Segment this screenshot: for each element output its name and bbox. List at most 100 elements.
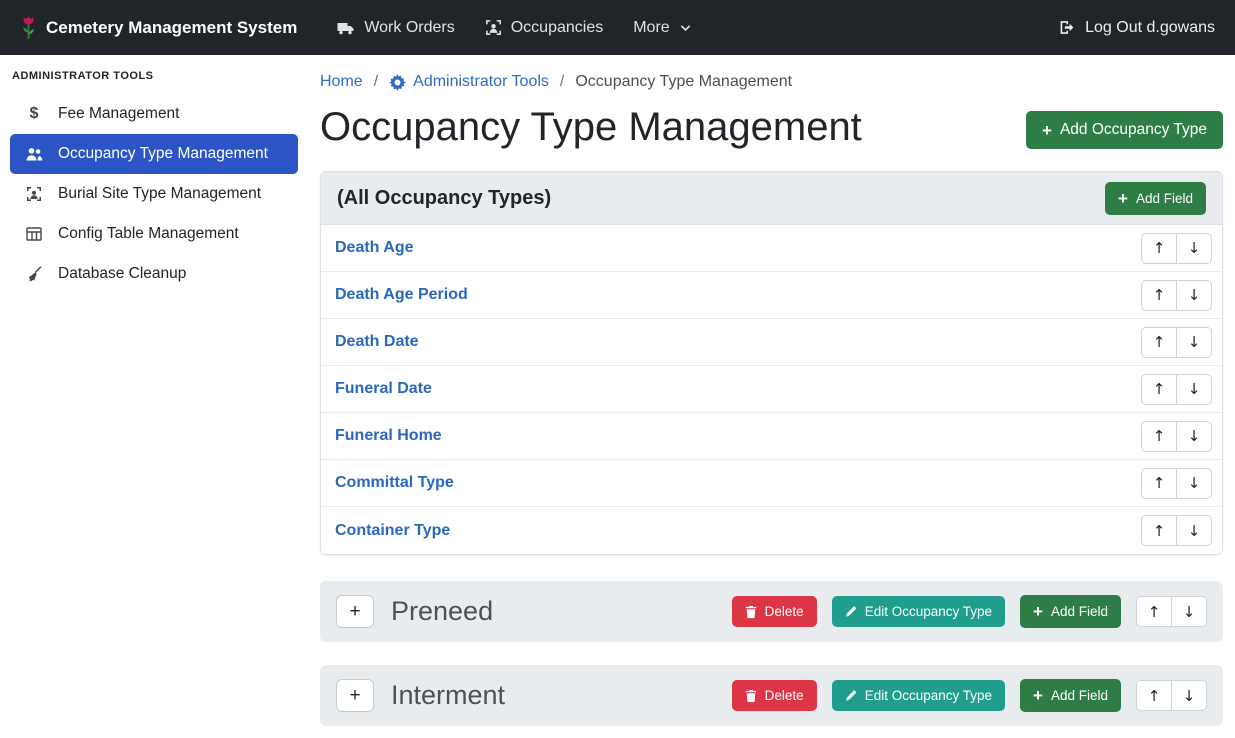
sidebar-item-occupancy-type-management[interactable]: Occupancy Type Management xyxy=(10,134,298,174)
sidebar-item-label: Config Table Management xyxy=(58,225,239,243)
pencil-icon xyxy=(845,605,857,618)
breadcrumb-admin-tools-link[interactable]: Administrator Tools xyxy=(389,73,549,91)
occupancy-type-section-interment: + Interment Delete Delete E xyxy=(320,665,1223,726)
edit-occupancy-type-button[interactable]: Edit Occupancy Type xyxy=(832,596,1005,627)
move-down-button[interactable]: ↓ xyxy=(1176,421,1212,452)
reorder-group: ↑ ↓ xyxy=(1136,596,1207,627)
reorder-group: ↑ ↓ xyxy=(1141,374,1212,405)
move-up-button[interactable]: ↑ xyxy=(1141,280,1177,311)
chevron-down-icon xyxy=(679,22,692,33)
button-label: Add Field xyxy=(1051,688,1108,703)
expand-button[interactable]: + xyxy=(336,595,374,628)
field-link[interactable]: Container Type xyxy=(335,522,450,540)
breadcrumb-home-link[interactable]: Home xyxy=(320,73,363,91)
field-link[interactable]: Committal Type xyxy=(335,474,454,492)
delete-button[interactable]: Delete xyxy=(732,596,817,627)
pencil-icon xyxy=(845,689,857,702)
expand-button[interactable]: + xyxy=(336,679,374,712)
button-label: Add Field xyxy=(1051,604,1108,619)
page-header: Occupancy Type Management + Add Occupanc… xyxy=(320,103,1223,151)
card-header: (All Occupancy Types) + Add Field xyxy=(321,172,1222,225)
move-down-button[interactable]: ↓ xyxy=(1176,374,1212,405)
breadcrumb-separator: / xyxy=(374,73,378,91)
add-occupancy-type-button[interactable]: + Add Occupancy Type xyxy=(1026,111,1223,149)
person-bounding-box-icon xyxy=(23,186,45,202)
table-icon xyxy=(23,226,45,242)
logout-label: Log Out d.gowans xyxy=(1085,19,1215,37)
field-link[interactable]: Funeral Home xyxy=(335,427,442,445)
sidebar-item-database-cleanup[interactable]: Database Cleanup xyxy=(10,254,298,294)
move-up-button[interactable]: ↑ xyxy=(1141,421,1177,452)
add-field-button[interactable]: + Add Field xyxy=(1105,182,1206,215)
move-up-button[interactable]: ↑ xyxy=(1141,515,1177,546)
plus-icon: + xyxy=(1042,122,1052,139)
trash-icon xyxy=(745,605,757,619)
field-link[interactable]: Death Date xyxy=(335,333,419,351)
breadcrumb-separator: / xyxy=(560,73,564,91)
plus-icon: + xyxy=(1118,190,1128,207)
field-row: Death Age ↑ ↓ xyxy=(321,225,1222,272)
breadcrumb-label: Administrator Tools xyxy=(413,73,549,91)
move-down-button[interactable]: ↓ xyxy=(1171,680,1207,711)
field-row: Funeral Date ↑ ↓ xyxy=(321,366,1222,413)
move-down-button[interactable]: ↓ xyxy=(1176,515,1212,546)
sidebar-item-fee-management[interactable]: $ Fee Management xyxy=(10,94,298,134)
field-row: Funeral Home ↑ ↓ xyxy=(321,413,1222,460)
move-up-button[interactable]: ↑ xyxy=(1136,596,1172,627)
delete-button[interactable]: Delete xyxy=(732,680,817,711)
field-row: Container Type ↑ ↓ xyxy=(321,507,1222,554)
reorder-group: ↑ ↓ xyxy=(1141,468,1212,499)
field-row: Death Age Period ↑ ↓ xyxy=(321,272,1222,319)
add-field-button[interactable]: + Add Field xyxy=(1020,595,1121,628)
reorder-group: ↑ ↓ xyxy=(1141,515,1212,546)
sidebar-item-burial-site-type-management[interactable]: Burial Site Type Management xyxy=(10,174,298,214)
move-up-button[interactable]: ↑ xyxy=(1141,468,1177,499)
move-up-button[interactable]: ↑ xyxy=(1141,233,1177,264)
logout-icon xyxy=(1058,19,1076,36)
button-label: Add Occupancy Type xyxy=(1060,121,1207,139)
breadcrumb-current: Occupancy Type Management xyxy=(575,73,792,91)
move-down-button[interactable]: ↓ xyxy=(1176,280,1212,311)
nav-occupancies[interactable]: Occupancies xyxy=(470,10,619,46)
sidebar-item-config-table-management[interactable]: Config Table Management xyxy=(10,214,298,254)
nav-label: Occupancies xyxy=(511,19,604,37)
move-up-button[interactable]: ↑ xyxy=(1141,374,1177,405)
field-link[interactable]: Funeral Date xyxy=(335,380,432,398)
all-occupancy-types-card: (All Occupancy Types) + Add Field Death … xyxy=(320,171,1223,555)
logout-link[interactable]: Log Out d.gowans xyxy=(1058,19,1215,37)
truck-icon xyxy=(336,20,355,36)
people-icon xyxy=(23,147,45,162)
sidebar-item-label: Occupancy Type Management xyxy=(58,145,268,163)
reorder-group: ↑ ↓ xyxy=(1141,233,1212,264)
section-actions: Delete Edit Occupancy Type + Add Field ↑… xyxy=(732,595,1207,628)
nav-work-orders[interactable]: Work Orders xyxy=(321,10,469,46)
reorder-group: ↑ ↓ xyxy=(1141,421,1212,452)
plus-icon: + xyxy=(1033,603,1043,620)
gear-icon xyxy=(389,74,406,91)
move-up-button[interactable]: ↑ xyxy=(1136,680,1172,711)
main-content: Home / Administrator Tools / Occupancy T… xyxy=(308,0,1235,726)
nav-more[interactable]: More xyxy=(618,10,706,46)
move-down-button[interactable]: ↓ xyxy=(1176,327,1212,358)
card-title: (All Occupancy Types) xyxy=(337,187,551,210)
field-link[interactable]: Death Age xyxy=(335,239,414,257)
add-field-button[interactable]: + Add Field xyxy=(1020,679,1121,712)
app-brand[interactable]: Cemetery Management System xyxy=(20,15,297,41)
dollar-icon: $ xyxy=(23,105,45,123)
sidebar-item-label: Database Cleanup xyxy=(58,265,186,283)
admin-sidebar: ADMINISTRATOR TOOLS $ Fee Management Occ… xyxy=(0,55,308,738)
person-bounding-box-icon xyxy=(485,19,502,36)
reorder-group: ↑ ↓ xyxy=(1136,680,1207,711)
move-down-button[interactable]: ↓ xyxy=(1176,233,1212,264)
field-row: Committal Type ↑ ↓ xyxy=(321,460,1222,507)
sidebar-item-label: Burial Site Type Management xyxy=(58,185,261,203)
move-down-button[interactable]: ↓ xyxy=(1171,596,1207,627)
move-down-button[interactable]: ↓ xyxy=(1176,468,1212,499)
button-label: Add Field xyxy=(1136,191,1193,206)
nav-label: Work Orders xyxy=(364,19,454,37)
field-row: Death Date ↑ ↓ xyxy=(321,319,1222,366)
edit-occupancy-type-button[interactable]: Delete Edit Occupancy Type xyxy=(832,680,1005,711)
field-link[interactable]: Death Age Period xyxy=(335,286,468,304)
move-up-button[interactable]: ↑ xyxy=(1141,327,1177,358)
button-label: Delete xyxy=(765,604,804,619)
